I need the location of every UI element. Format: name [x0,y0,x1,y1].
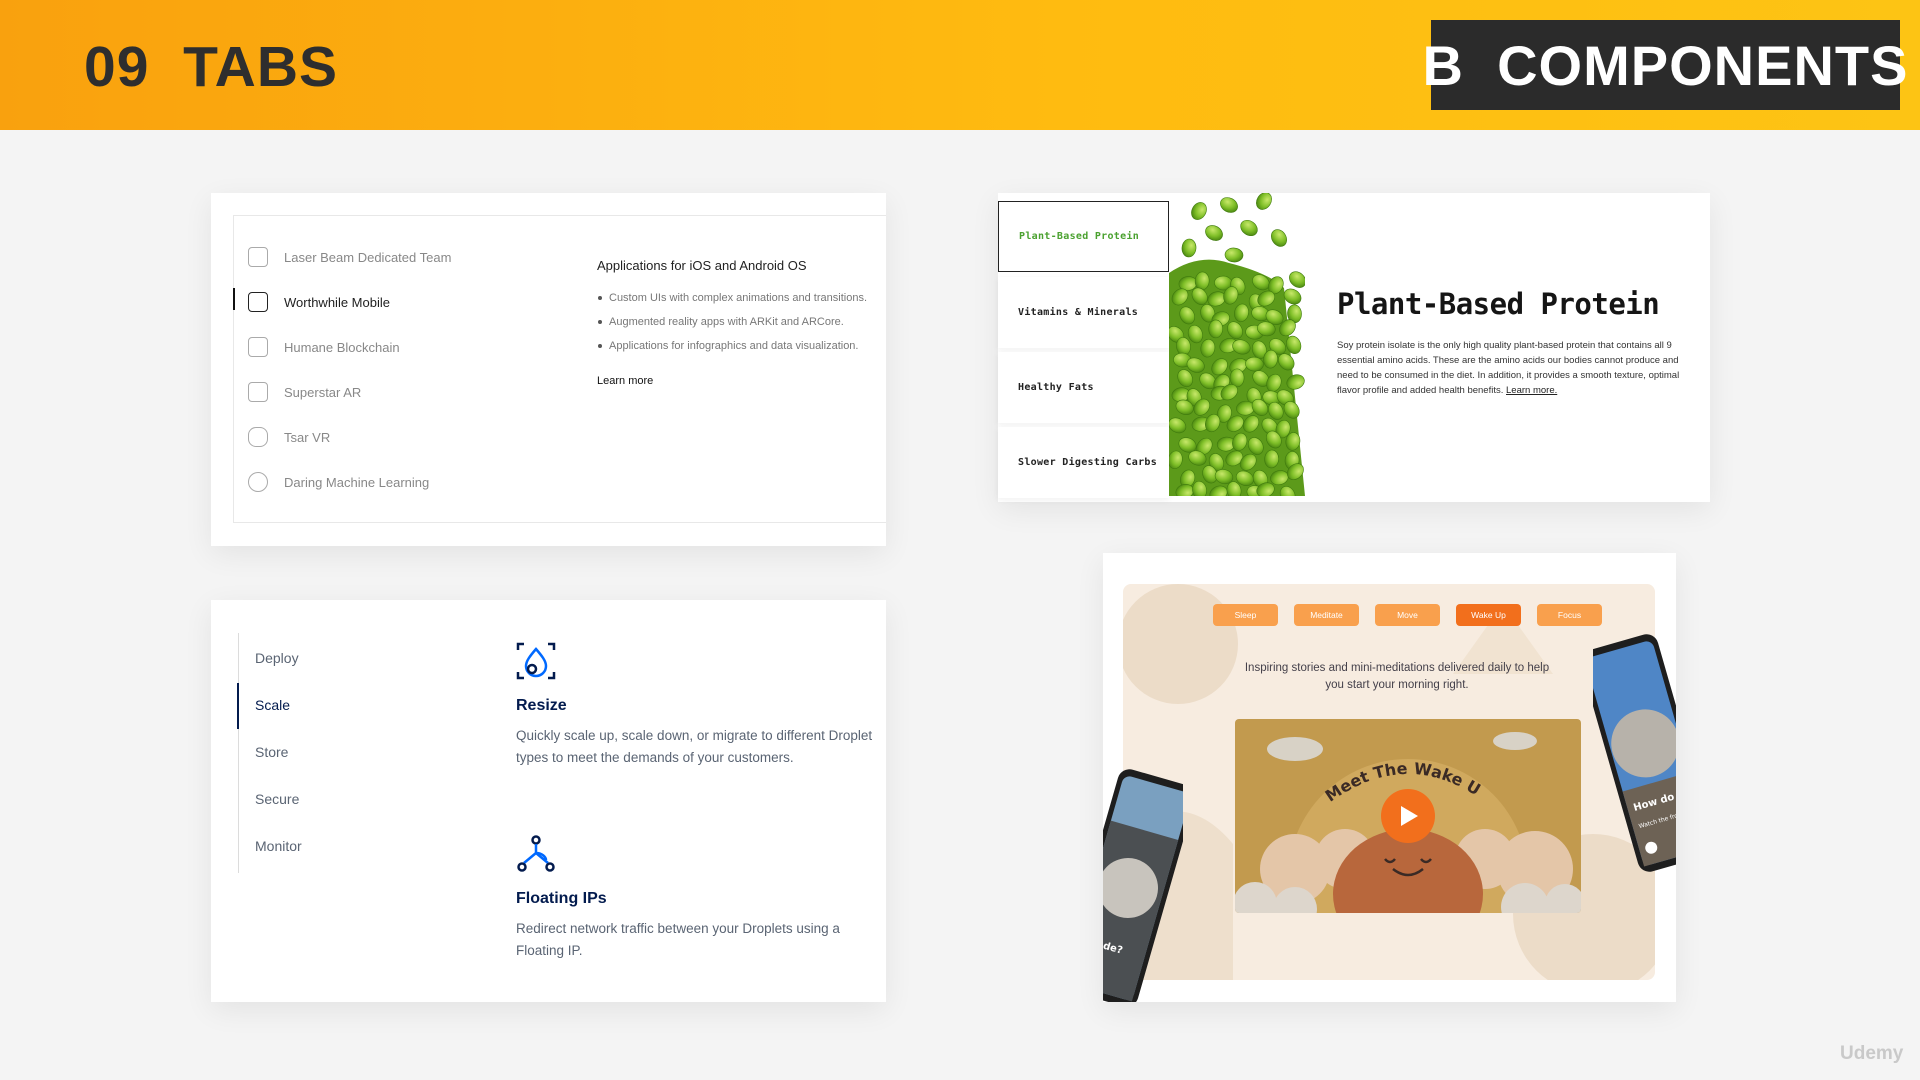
tab-daring-machine-learning[interactable]: Daring Machine Learning [248,467,429,497]
tabs-example-cloud: Deploy Scale Store Secure Monitor Resize… [211,600,886,1002]
panel-headline: Plant-Based Protein [1337,287,1660,321]
tab-humane-blockchain[interactable]: Humane Blockchain [248,332,400,362]
tab-superstar-ar[interactable]: Superstar AR [248,377,361,407]
feature-resize: Resize Quickly scale up, scale down, or … [516,642,876,769]
tab-worthwhile-mobile[interactable]: Worthwhile Mobile [248,287,390,317]
tab-label: Tsar VR [284,429,331,445]
phone-mockup-right: How do honey Watch the from start [1593,634,1676,872]
tabs-container: Laser Beam Dedicated Team Worthwhile Mob… [233,215,886,523]
tab-tsar-vr[interactable]: Tsar VR [248,422,330,452]
edamame-beans-image [1169,193,1305,496]
video-player[interactable]: Meet The Wake Up [1235,719,1581,913]
tab-meditate[interactable]: Meditate [1294,604,1359,626]
active-tab-indicator [233,288,235,310]
bean-shape [1208,319,1224,339]
tab-deploy[interactable]: Deploy [255,650,299,666]
tab-healthy-fats[interactable]: Healthy Fats [998,352,1169,423]
play-button[interactable] [1381,789,1435,843]
vr-headset-icon [248,427,268,447]
feature-description: Redirect network traffic between your Dr… [516,921,840,958]
pill-tabs: Sleep Meditate Move Wake Up Focus [1213,604,1602,626]
tabs-example-services: Laser Beam Dedicated Team Worthwhile Mob… [211,193,886,546]
tab-plant-based-protein[interactable]: Plant-Based Protein [998,201,1169,272]
active-tab-indicator [237,683,239,729]
list-item: Applications for infographics and data v… [597,337,887,355]
list-item: Augmented reality apps with ARKit and AR… [597,313,887,331]
feature-title: Floating IPs [516,890,607,907]
tab-panel: Applications for iOS and Android OS Cust… [597,258,887,387]
tab-secure[interactable]: Secure [255,791,299,807]
tab-vitamins-minerals[interactable]: Vitamins & Minerals [998,277,1169,348]
tab-monitor[interactable]: Monitor [255,838,302,854]
team-icon [248,247,268,267]
udemy-watermark: Udemy [1840,1043,1904,1064]
section-title: 09 TABS [84,35,339,99]
tab-sleep[interactable]: Sleep [1213,604,1278,626]
panel-title: Applications for iOS and Android OS [597,258,807,273]
panel-body: Soy protein isolate is the only high qua… [1337,338,1692,398]
tab-label: Worthwhile Mobile [284,294,390,310]
resize-icon [516,642,556,680]
tab-label: Laser Beam Dedicated Team [284,249,452,265]
tab-label: Superstar AR [284,384,362,400]
list-item: Custom UIs with complex animations and t… [597,289,887,307]
intro-text: Inspiring stories and mini-meditations d… [1244,662,1550,691]
tab-label: Daring Machine Learning [284,474,430,490]
blockchain-icon [248,337,268,357]
feature-description: Quickly scale up, scale down, or migrate… [516,728,873,765]
tab-move[interactable]: Move [1375,604,1440,626]
mobile-icon [248,292,268,312]
tab-rail [238,633,239,873]
brain-icon [248,472,268,492]
tab-slower-digesting-carbs[interactable]: Slower Digesting Carbs [998,427,1169,498]
learn-more-link[interactable]: Learn more. [1506,385,1557,396]
tabs-example-meditation: Sleep Meditate Move Wake Up Focus Inspir… [1103,553,1676,1002]
ar-icon [248,382,268,402]
phone-mockup-left: made? [1103,769,1183,1002]
floating-ip-icon [517,835,555,872]
tab-focus[interactable]: Focus [1537,604,1602,626]
feature-list: Custom UIs with complex animations and t… [597,289,887,355]
feature-title: Resize [516,697,567,714]
tab-label: Humane Blockchain [284,339,400,355]
tab-wake-up[interactable]: Wake Up [1456,604,1521,626]
tab-laser-beam-dedicated-team[interactable]: Laser Beam Dedicated Team [248,242,451,272]
learn-more-link[interactable]: Learn more [597,375,887,387]
tab-scale[interactable]: Scale [255,697,290,713]
tab-stage: Sleep Meditate Move Wake Up Focus Inspir… [1123,584,1655,980]
feature-floating-ips: Floating IPs Redirect network traffic be… [516,835,876,962]
tabs-example-nutrition: Plant-Based Protein Vitamins & Minerals … [998,193,1710,502]
category-badge: B COMPONENTS [1423,20,1907,110]
tab-store[interactable]: Store [255,744,288,760]
